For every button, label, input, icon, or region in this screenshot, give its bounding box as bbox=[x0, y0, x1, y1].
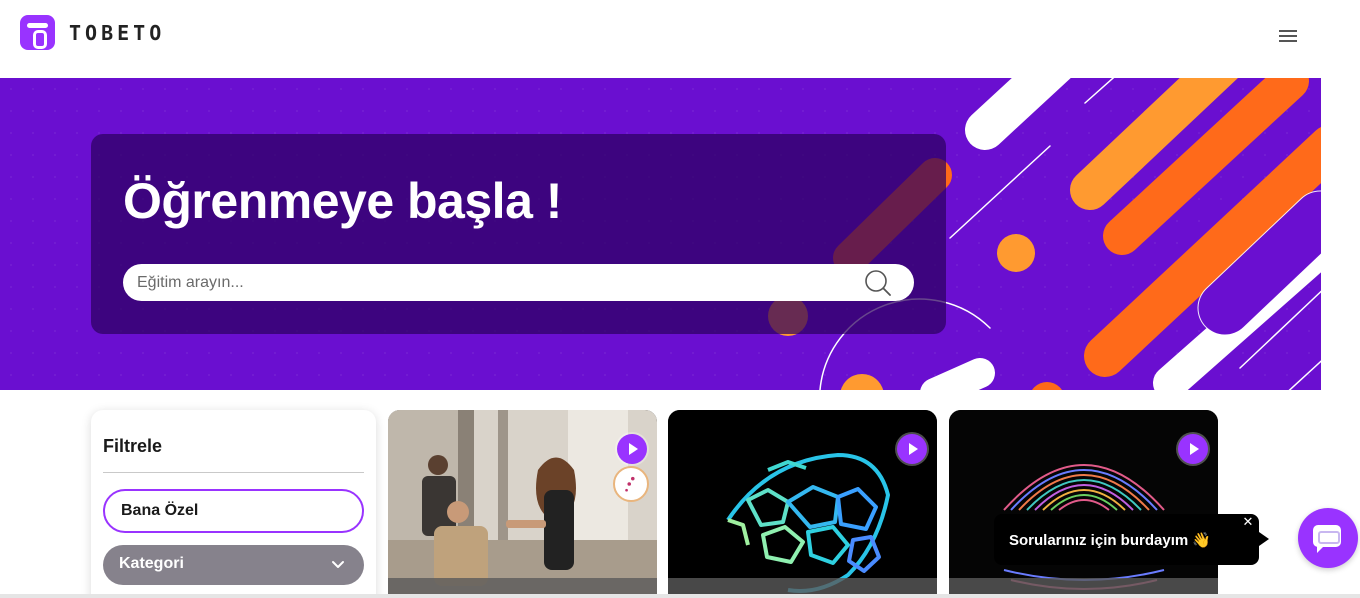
hero-search-panel: Öğrenmeye başla ! bbox=[91, 134, 946, 334]
course-thumbnail-office bbox=[388, 410, 657, 598]
play-icon[interactable] bbox=[617, 434, 647, 464]
page-bottom-divider bbox=[0, 594, 1360, 598]
hero-title: Öğrenmeye başla ! bbox=[123, 173, 562, 229]
category-dropdown[interactable]: Kategori bbox=[103, 545, 364, 585]
course-thumbnail-pattern bbox=[949, 410, 1218, 598]
filter-title: Filtrele bbox=[103, 436, 163, 456]
filter-divider bbox=[103, 472, 364, 473]
chat-tooltip-text: Sorularınız için burdayım 👋 bbox=[1009, 532, 1212, 549]
filter-panel: Filtrele Bana Özel Kategori bbox=[91, 410, 376, 598]
course-card[interactable] bbox=[949, 410, 1218, 598]
chat-open-button[interactable] bbox=[1298, 508, 1358, 568]
search-bar bbox=[123, 264, 914, 301]
logo-text: TOBETO bbox=[69, 20, 166, 45]
hamburger-menu-icon[interactable] bbox=[1276, 27, 1300, 45]
special-for-me-label: Bana Özel bbox=[121, 502, 199, 519]
page: TOBETO Öğrenmeye başla ! Eğitim arayın..… bbox=[0, 0, 1360, 598]
tobeto-logo[interactable]: TOBETO bbox=[20, 15, 165, 50]
chat-bubble-icon bbox=[1313, 525, 1341, 553]
special-for-me-button[interactable]: Bana Özel bbox=[103, 489, 364, 533]
play-icon[interactable] bbox=[1178, 434, 1208, 464]
course-card[interactable] bbox=[388, 410, 657, 598]
chat-tooltip: Sorularınız için burdayım 👋 ✕ bbox=[994, 514, 1269, 565]
course-badge-icon bbox=[613, 466, 649, 502]
top-navbar: TOBETO bbox=[0, 0, 1360, 78]
course-search-input[interactable] bbox=[137, 264, 837, 301]
play-icon[interactable] bbox=[897, 434, 927, 464]
hero-banner: Öğrenmeye başla ! bbox=[0, 78, 1321, 390]
course-card[interactable] bbox=[668, 410, 937, 598]
logo-icon bbox=[20, 15, 55, 50]
course-thumbnail-network bbox=[668, 410, 937, 598]
search-icon[interactable] bbox=[864, 269, 892, 297]
chevron-down-icon bbox=[332, 561, 344, 568]
close-icon[interactable]: ✕ bbox=[1241, 516, 1255, 530]
category-label: Kategori bbox=[119, 555, 184, 572]
